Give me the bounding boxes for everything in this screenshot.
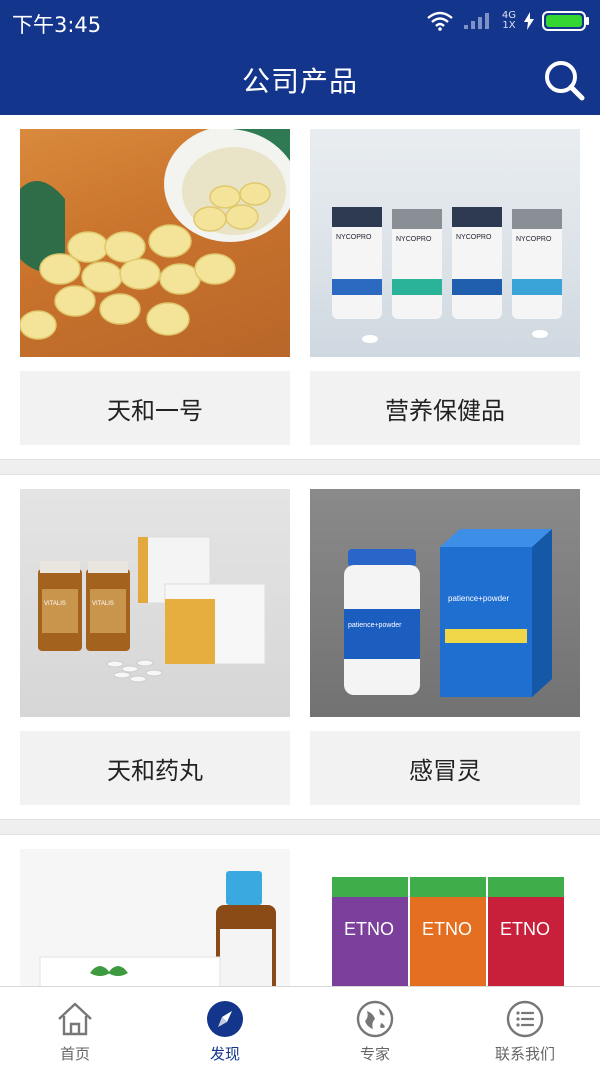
product-image-pills [20, 129, 290, 357]
product-card[interactable]: 天和一号 [20, 129, 290, 445]
product-image-bottles: NYCOPRO NYCOPRO NYCOPRO NYCOPRO [310, 129, 580, 357]
network-type-bottom: 1X [502, 20, 516, 31]
product-name: 营养保健品 [310, 371, 580, 445]
product-name: 天和一号 [20, 371, 290, 445]
product-card[interactable]: VITALIS VITALIS 天和药丸 [20, 489, 290, 805]
globe-icon [356, 1000, 394, 1038]
status-bar: 下午3:45 4G 1X [0, 0, 600, 42]
tab-discover[interactable]: 发现 [150, 987, 300, 1067]
tab-label: 发现 [209, 1045, 240, 1063]
bottle-brand-text: patience+powder [348, 622, 402, 629]
signal-icon [463, 13, 489, 29]
page-title: 公司产品 [241, 65, 358, 98]
bottle-brand-text: NYCOPRO [336, 234, 372, 241]
box-brand-text: patience+powder [448, 594, 509, 603]
product-image-dropper [20, 849, 290, 986]
tab-label: 专家 [359, 1045, 390, 1063]
pills-illustration [20, 129, 290, 340]
compass-icon [207, 1001, 243, 1037]
bottle-brand-text: NYCOPRO [456, 234, 492, 241]
product-card[interactable] [20, 849, 290, 986]
wifi-icon [427, 11, 453, 31]
product-card[interactable]: patience+powder patience+powder 感冒灵 [310, 489, 580, 805]
product-image-powder: patience+powder patience+powder [310, 489, 580, 717]
tab-experts[interactable]: 专家 [300, 987, 450, 1067]
list-icon [506, 1000, 544, 1038]
product-row-3: ETNO ETNO ETNO [0, 835, 600, 986]
bottle-brand-text: VITALIS [44, 601, 66, 607]
status-time: 下午3:45 [12, 13, 102, 37]
box-brand-text: ETNO [422, 919, 472, 939]
status-icons: 4G 1X [426, 8, 590, 34]
tab-home[interactable]: 首页 [0, 987, 150, 1067]
bottle-brand-text: NYCOPRO [516, 236, 552, 243]
bottle-brand-text: NYCOPRO [396, 236, 432, 243]
vitalis-illustration: VITALIS VITALIS [38, 536, 266, 683]
section-divider [0, 819, 600, 835]
product-image-etno: ETNO ETNO ETNO [310, 849, 580, 986]
tab-label: 联系我们 [494, 1045, 555, 1063]
etno-illustration: ETNO ETNO ETNO [332, 877, 564, 986]
section-divider [0, 459, 600, 475]
search-button[interactable] [542, 58, 586, 102]
product-card[interactable]: ETNO ETNO ETNO [310, 849, 580, 986]
product-name: 天和药丸 [20, 731, 290, 805]
bottle-brand-text: VITALIS [92, 601, 114, 607]
home-icon [58, 1002, 92, 1036]
search-icon [545, 61, 585, 101]
powder-illustration: patience+powder patience+powder [344, 529, 552, 697]
bottles-illustration: NYCOPRO NYCOPRO NYCOPRO NYCOPRO [332, 207, 562, 343]
box-brand-text: ETNO [344, 919, 394, 939]
product-name: 感冒灵 [310, 731, 580, 805]
battery-icon [542, 11, 589, 31]
product-card[interactable]: NYCOPRO NYCOPRO NYCOPRO NYCOPRO 营养保健品 [310, 129, 580, 445]
network-type: 4G 1X [502, 11, 516, 31]
product-row-1: 天和一号 NYCOPRO NYCOPRO NYCOPRO NYCOPRO 营养保… [0, 115, 600, 459]
charging-bolt-icon [524, 12, 534, 30]
tab-contact[interactable]: 联系我们 [450, 987, 600, 1067]
tab-label: 首页 [59, 1045, 90, 1063]
bottom-tab-bar: 首页 发现 专家 联系我们 [0, 986, 600, 1067]
dropper-illustration [39, 871, 276, 986]
product-image-vitalis: VITALIS VITALIS [20, 489, 290, 717]
box-brand-text: ETNO [500, 919, 550, 939]
product-row-2: VITALIS VITALIS 天和药丸 patience+powder pat… [0, 475, 600, 819]
app-bar: 公司产品 [0, 42, 600, 115]
